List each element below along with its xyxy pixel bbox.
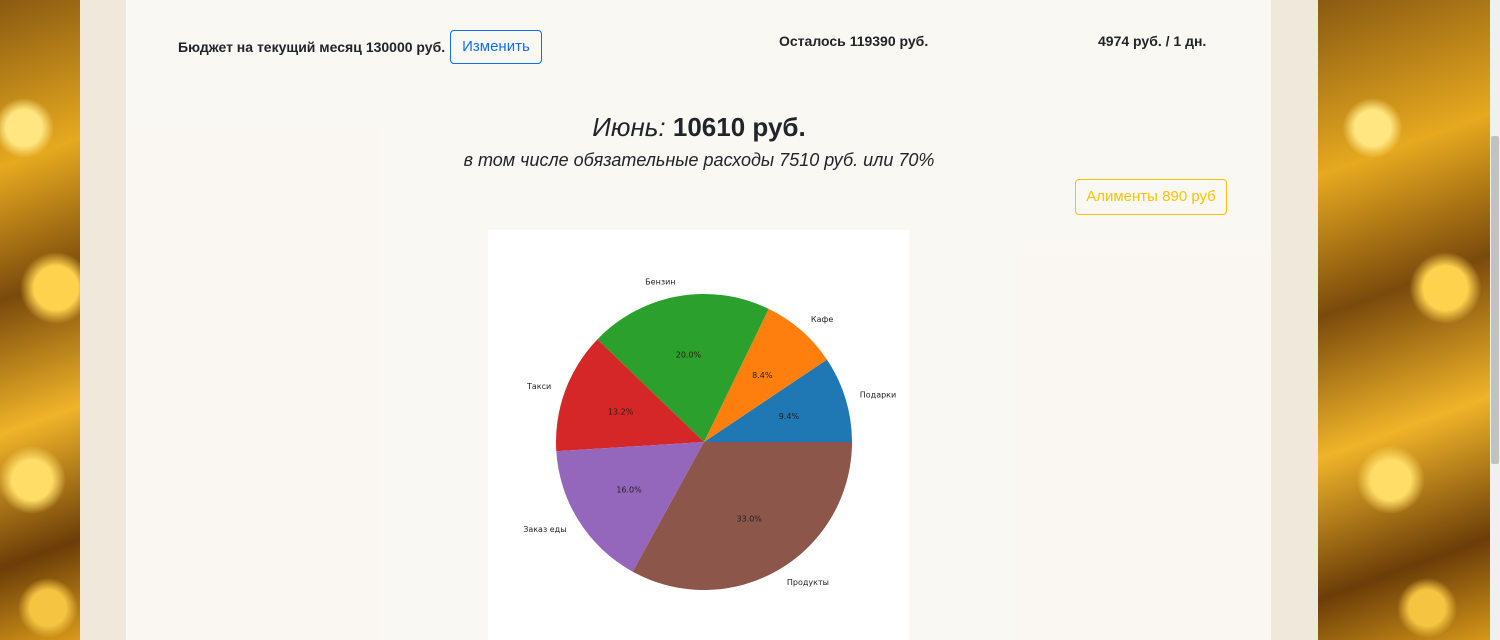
pie-category-label-4: Заказ еды — [523, 525, 566, 534]
pie-category-label-3: Такси — [526, 382, 551, 391]
background-coins-left — [0, 0, 80, 640]
per-day-value: 4974 — [1098, 33, 1130, 49]
pie-pct-label-2: 20.0% — [676, 351, 702, 360]
pie-category-label-5: Продукты — [787, 578, 829, 587]
remaining-label: Осталось — [779, 33, 846, 49]
month-total-title: Июнь: 10610 руб. — [0, 112, 1398, 143]
background-coins-right — [1318, 0, 1500, 640]
budget-value: 130000 руб. — [365, 39, 446, 55]
remaining-value: 119390 руб. — [849, 33, 929, 49]
expenses-pie-chart: 9.4% Подарки 8.4% Кафе 20.0% Бензин 13.2% Такси… — [488, 230, 909, 640]
pie-category-label-0: Подарки — [860, 391, 896, 400]
pie-category-label-2: Бензин — [645, 278, 675, 287]
mandatory-expenses-text: в том числе обязательные расходы 7510 ру… — [463, 150, 935, 170]
alimony-button[interactable]: Алименты 890 руб — [1075, 179, 1227, 215]
pie-pct-label-5: 33.0% — [736, 514, 762, 523]
change-budget-button[interactable]: Изменить — [450, 30, 542, 64]
daily-allowance: 4974 руб. / 1 дн. — [1098, 33, 1206, 49]
pie-pct-label-0: 9.4% — [779, 412, 800, 421]
month-total: 10610 руб. — [672, 112, 806, 142]
pie-pct-label-1: 8.4% — [752, 371, 773, 380]
pie-pct-label-4: 16.0% — [616, 486, 642, 495]
month-name: Июнь: — [592, 112, 666, 142]
budget-label: Бюджет на текущий месяц — [178, 39, 362, 55]
pie-chart-svg: 9.4% Подарки 8.4% Кафе 20.0% Бензин 13.2% Такси… — [523, 278, 896, 591]
per-day-unit: руб. / 1 дн. — [1133, 33, 1207, 49]
pie-pct-label-3: 13.2% — [608, 407, 634, 416]
pie-category-label-1: Кафе — [811, 315, 833, 324]
budget-row: Бюджет на текущий месяц 130000 руб. Изме… — [178, 29, 542, 65]
scrollbar-thumb[interactable] — [1491, 136, 1499, 464]
remaining-budget: Осталось 119390 руб. — [779, 33, 928, 49]
